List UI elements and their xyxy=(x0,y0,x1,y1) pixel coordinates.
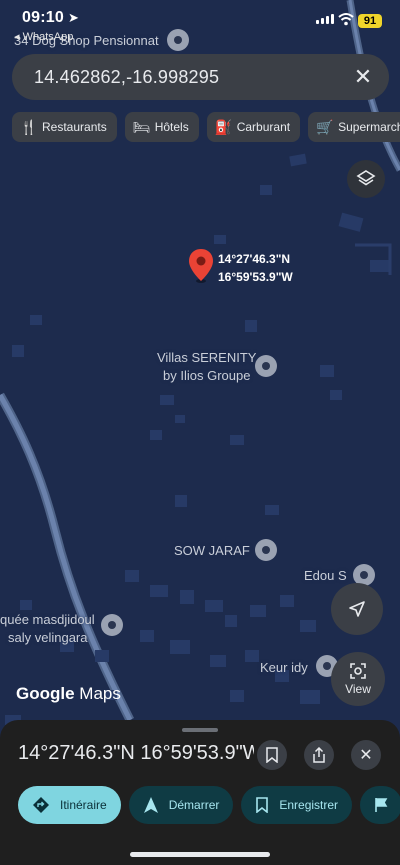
chip-label: Hôtels xyxy=(154,120,189,134)
place-title: 14°27'46.3"N 16°59'53.9"W xyxy=(18,742,254,764)
close-icon: ✕ xyxy=(359,747,373,764)
camera-scan-icon xyxy=(350,663,366,679)
cellular-signal-icon xyxy=(316,14,334,24)
category-chips: 🍴 Restaurants 🛏 Hôtels ⛽ Carburant 🛒 Sup… xyxy=(12,112,400,142)
wifi-icon xyxy=(338,13,354,26)
google-maps-logo: Google Maps xyxy=(16,684,121,704)
layers-button[interactable] xyxy=(347,160,385,198)
flag-icon xyxy=(375,798,388,812)
share-icon xyxy=(313,747,325,763)
share-button[interactable] xyxy=(304,740,334,770)
pin-coordinates-label: 14°27'46.3"N 16°59'53.9"W xyxy=(218,250,293,286)
directions-button[interactable]: Itinéraire xyxy=(18,786,121,824)
mosque-line1: quée masdjidoul xyxy=(0,612,95,627)
directions-icon xyxy=(33,797,49,813)
location-arrow-icon: ➤ xyxy=(68,10,79,25)
location-pin-icon[interactable] xyxy=(188,248,214,284)
bookmark-icon xyxy=(266,747,278,763)
directions-label: Itinéraire xyxy=(60,798,107,812)
chip-restaurants[interactable]: 🍴 Restaurants xyxy=(12,112,117,142)
fuel-icon: ⛽ xyxy=(214,118,233,135)
search-bar[interactable]: 14.462862,-16.998295 ✕ xyxy=(12,54,389,100)
sheet-drag-handle[interactable] xyxy=(182,728,218,732)
home-indicator[interactable] xyxy=(130,852,270,857)
mosque-icon[interactable] xyxy=(101,614,123,636)
my-location-button[interactable] xyxy=(331,583,383,635)
chip-label: Carburant xyxy=(236,120,291,134)
view-label: View xyxy=(345,682,371,696)
save-button[interactable]: Enregistrer xyxy=(241,786,353,824)
pin-longitude: 16°59'53.9"W xyxy=(218,270,293,284)
street-view-button[interactable]: View xyxy=(331,652,385,706)
navigation-arrow-icon xyxy=(349,601,365,617)
place-label-mosque[interactable]: quée masdjidoul saly velingara xyxy=(0,611,95,647)
close-sheet-button[interactable]: ✕ xyxy=(351,740,381,770)
chip-label: Restaurants xyxy=(42,120,107,134)
pin-latitude: 14°27'46.3"N xyxy=(218,252,291,266)
navigation-icon xyxy=(143,797,158,813)
start-label: Démarrer xyxy=(168,798,220,812)
mosque-line2: saly velingara xyxy=(8,630,88,645)
search-input[interactable]: 14.462862,-16.998295 xyxy=(34,67,219,88)
villas-pin-icon[interactable] xyxy=(255,355,277,377)
back-to-app-link[interactable]: ◂ WhatsApp xyxy=(14,30,73,43)
chip-hotels[interactable]: 🛏 Hôtels xyxy=(124,112,199,142)
villas-line1: Villas SERENITY xyxy=(157,350,257,365)
save-label: Enregistrer xyxy=(279,798,339,812)
restaurant-icon: 🍴 xyxy=(20,118,38,135)
chip-fuel[interactable]: ⛽ Carburant xyxy=(206,112,301,142)
save-bookmark-button[interactable] xyxy=(257,740,287,770)
place-label-edou[interactable]: Edou S xyxy=(304,568,347,583)
battery-indicator: 91 xyxy=(358,14,382,28)
status-bar: 09:10 ➤ ◂ WhatsApp 91 xyxy=(0,0,400,46)
label-button[interactable] xyxy=(360,786,400,824)
maps-wordmark: Maps xyxy=(79,684,121,703)
close-icon[interactable]: ✕ xyxy=(351,65,375,89)
place-label-villas[interactable]: Villas SERENITY by Ilios Groupe xyxy=(157,349,256,385)
place-label-keur-idy[interactable]: Keur idy xyxy=(260,660,308,675)
bookmark-icon xyxy=(256,797,269,813)
place-actions: Itinéraire Démarrer Enregistrer xyxy=(18,786,400,824)
chip-label: Supermarché xyxy=(338,120,400,134)
google-wordmark: Google xyxy=(16,684,75,703)
start-button[interactable]: Démarrer xyxy=(128,786,234,824)
status-time: 09:10 xyxy=(22,9,64,26)
hotel-icon: 🛏 xyxy=(132,118,151,135)
layers-icon xyxy=(356,170,376,186)
place-label-sow-jaraf[interactable]: SOW JARAF xyxy=(174,543,250,558)
chip-supermarket[interactable]: 🛒 Supermarché xyxy=(308,112,400,142)
cart-icon: 🛒 xyxy=(316,118,334,135)
villas-line2: by Ilios Groupe xyxy=(163,368,251,383)
sow-jaraf-pin-icon[interactable] xyxy=(255,539,277,561)
